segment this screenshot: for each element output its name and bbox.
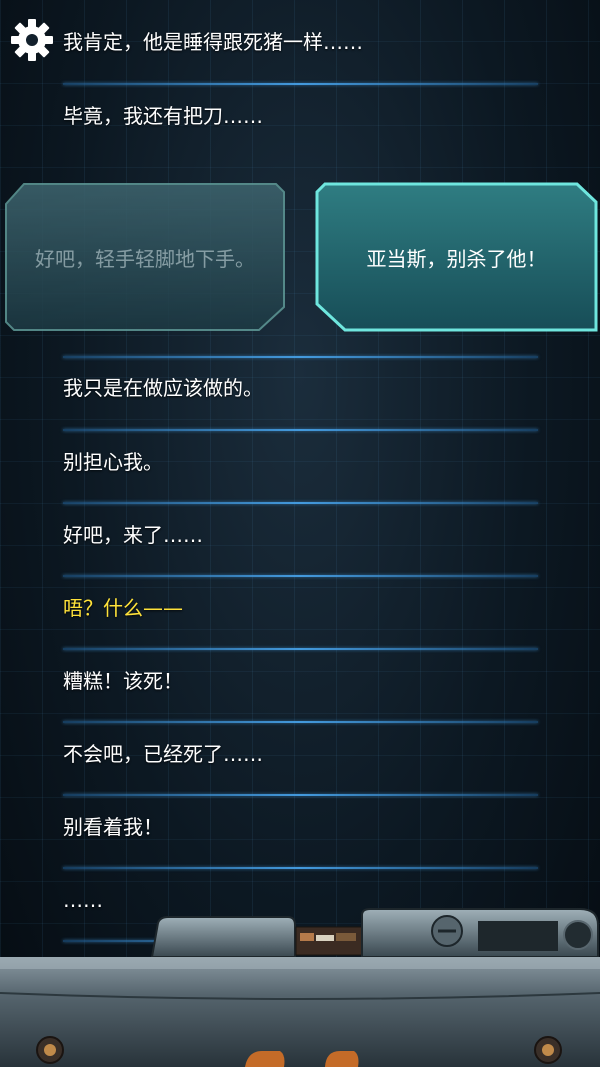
divider bbox=[63, 502, 538, 504]
dialogue-line: 糟糕！该死！ bbox=[63, 669, 183, 693]
dialogue-line: 我肯定，他是睡得跟死猪一样…… bbox=[63, 30, 363, 54]
divider bbox=[63, 429, 538, 431]
divider bbox=[63, 83, 538, 85]
choice-right-label: 亚当斯，别杀了他！ bbox=[366, 246, 547, 271]
divider bbox=[63, 575, 538, 577]
divider bbox=[63, 794, 538, 796]
dialogue-line: 不会吧，已经死了…… bbox=[63, 742, 263, 766]
dialogue-line: 好吧，来了…… bbox=[63, 523, 203, 547]
dialogue-line: 别看着我！ bbox=[63, 815, 163, 839]
divider bbox=[63, 721, 538, 723]
settings-button[interactable] bbox=[8, 16, 56, 64]
divider bbox=[63, 867, 538, 869]
dialogue-line: 我只是在做应该做的。 bbox=[63, 376, 263, 400]
dialogue-line: 别担心我。 bbox=[63, 450, 163, 474]
divider bbox=[63, 356, 538, 358]
console-panel bbox=[0, 908, 600, 1067]
choice-left-label: 好吧，轻手轻脚地下手。 bbox=[35, 246, 255, 271]
choice-option-right[interactable]: 亚当斯，别杀了他！ bbox=[315, 182, 598, 332]
divider bbox=[63, 648, 538, 650]
gear-icon bbox=[11, 19, 53, 61]
dialogue-line-highlight: 唔？什么—— bbox=[63, 596, 183, 620]
dialogue-line: 毕竟，我还有把刀…… bbox=[63, 104, 263, 128]
choice-option-left[interactable]: 好吧，轻手轻脚地下手。 bbox=[4, 182, 286, 332]
